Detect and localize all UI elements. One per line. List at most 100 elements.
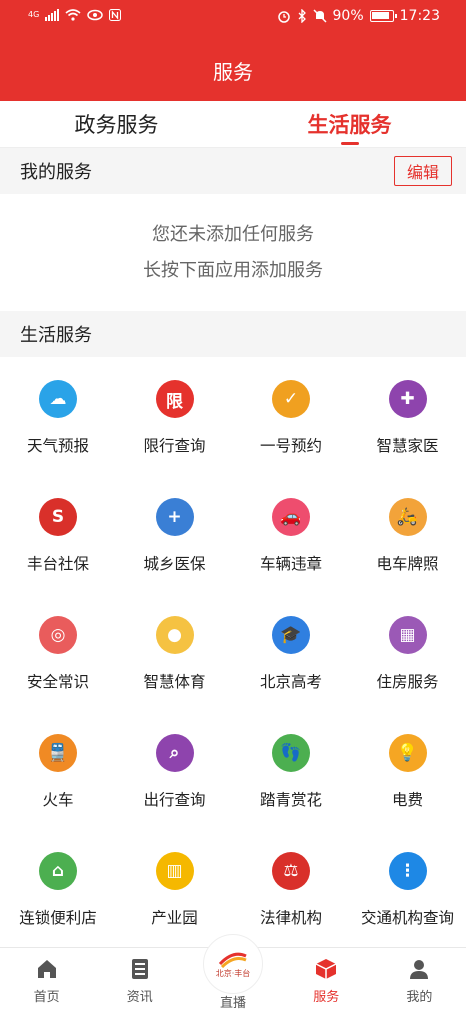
- tab-government-services[interactable]: 政务服务: [0, 101, 233, 147]
- alarm-icon: [277, 11, 290, 23]
- scales-icon: ⚖: [272, 852, 310, 890]
- nav-live-label: 直播: [220, 996, 247, 1011]
- scooter-icon: 🛵: [388, 498, 427, 536]
- service-item-label: 踏青赏花: [259, 791, 322, 809]
- person-icon: [410, 960, 429, 979]
- service-item[interactable]: ✓ 一号预约: [233, 356, 349, 474]
- service-item[interactable]: ● 智慧体育: [117, 592, 233, 710]
- service-item-label: 智慧体育: [143, 673, 206, 691]
- app-header: 4G 90% 17:23 服务: [0, 0, 466, 101]
- service-item[interactable]: 🚆 火车: [0, 710, 116, 828]
- service-item[interactable]: + 城乡医保: [117, 474, 233, 592]
- live-logo-text: 北京·丰台: [215, 968, 251, 978]
- service-item-label: 丰台社保: [26, 555, 89, 573]
- edit-button[interactable]: 编辑: [394, 156, 452, 186]
- cloud-icon: ☁: [39, 380, 77, 418]
- service-item-label: 一号预约: [259, 437, 322, 455]
- service-item-label: 出行查询: [143, 791, 206, 809]
- battery-percent: 90%: [332, 8, 364, 24]
- building-icon: ▦: [388, 616, 427, 654]
- tab-life-services[interactable]: 生活服务: [233, 101, 466, 147]
- empty-hint-line1: 您还未添加任何服务: [152, 224, 314, 245]
- mute-icon: [312, 9, 327, 23]
- nav-services-label: 服务: [313, 990, 340, 1005]
- nav-news-label: 资讯: [126, 990, 153, 1005]
- footprint-icon: 👣: [272, 734, 310, 772]
- news-icon: [131, 959, 148, 979]
- service-item[interactable]: 限限行查询: [117, 356, 233, 474]
- store-icon: ⌂: [39, 852, 77, 890]
- train-icon: 🚆: [39, 734, 77, 772]
- service-item-label: 连锁便利店: [19, 909, 97, 927]
- life-services-title: 生活服务: [20, 325, 92, 346]
- nav-home-label: 首页: [33, 990, 60, 1005]
- service-item-label: 电车牌照: [376, 555, 439, 573]
- service-item[interactable]: 👣 踏青赏花: [233, 710, 349, 828]
- my-services-empty-state: 您还未添加任何服务 长按下面应用添加服务: [0, 195, 466, 311]
- bluetooth-icon: [298, 9, 306, 23]
- service-item-label: 火车: [42, 791, 74, 809]
- service-item[interactable]: 💡 电费: [350, 710, 466, 828]
- service-box-icon: [315, 959, 337, 979]
- service-item-label: 住房服务: [376, 673, 439, 691]
- service-item-label: 北京高考: [259, 673, 322, 691]
- live-logo-icon: 北京·丰台: [203, 934, 263, 994]
- life-services-header: 生活服务: [0, 311, 466, 357]
- service-item-label: 城乡医保: [143, 555, 206, 573]
- service-item-label: 安全常识: [26, 673, 89, 691]
- service-item-label: 产业园: [151, 909, 198, 927]
- service-item[interactable]: ⌕ 出行查询: [117, 710, 233, 828]
- service-item[interactable]: ☁ 天气预报: [0, 356, 116, 474]
- graduation-cap-icon: 🎓: [272, 616, 310, 654]
- service-item[interactable]: 🚗 车辆违章: [233, 474, 349, 592]
- service-item[interactable]: 🛵 电车牌照: [350, 474, 466, 592]
- calendar-limit-icon: 限: [155, 380, 194, 418]
- service-item[interactable]: ⋮ 交通机构查询: [350, 828, 466, 946]
- service-item[interactable]: ▦ 住房服务: [350, 592, 466, 710]
- bottom-navigation: 首页 资讯 北京·丰台 直播 服务 我的: [0, 934, 466, 1011]
- service-item-label: 智慧家医: [376, 437, 439, 455]
- doctor-icon: ✚: [388, 380, 427, 418]
- service-item[interactable]: 🎓 北京高考: [233, 592, 349, 710]
- service-item-label: 电费: [391, 791, 423, 809]
- service-item-label: 法律机构: [259, 909, 322, 927]
- industrial-park-icon: ▥: [155, 852, 194, 890]
- nav-live[interactable]: 北京·丰台 直播: [186, 934, 279, 1011]
- empty-hint-line2: 长按下面应用添加服务: [143, 260, 323, 281]
- medical-kit-icon: +: [155, 498, 194, 536]
- nav-mine-label: 我的: [406, 990, 433, 1005]
- service-item[interactable]: ⚖ 法律机构: [233, 828, 349, 946]
- search-icon: ⌕: [155, 734, 194, 772]
- service-item[interactable]: ⌂ 连锁便利店: [0, 828, 116, 946]
- social-security-icon: S: [39, 498, 77, 536]
- wifi-icon: [65, 9, 81, 21]
- page-title: 服务: [213, 60, 253, 84]
- service-item-label: 交通机构查询: [360, 909, 454, 927]
- battery-icon: [369, 10, 397, 22]
- nav-services[interactable]: 服务: [280, 948, 373, 1011]
- nav-mine[interactable]: 我的: [373, 948, 466, 1011]
- nfc-icon: [109, 9, 122, 21]
- traffic-light-icon: ⋮: [388, 852, 427, 890]
- service-item-label: 限行查询: [143, 437, 206, 455]
- tab-bar: 政务服务 生活服务: [0, 101, 466, 148]
- calendar-check-icon: ✓: [272, 380, 310, 418]
- network-type: 4G: [28, 10, 40, 19]
- nav-news[interactable]: 资讯: [93, 948, 186, 1011]
- nav-home[interactable]: 首页: [0, 948, 93, 1011]
- service-item[interactable]: ▥ 产业园: [117, 828, 233, 946]
- service-item[interactable]: ◎ 安全常识: [0, 592, 116, 710]
- eye-icon: [87, 9, 104, 21]
- basketball-icon: ●: [155, 616, 194, 654]
- service-item[interactable]: ✚ 智慧家医: [350, 356, 466, 474]
- my-services-header: 我的服务 编辑: [0, 148, 466, 194]
- lightbulb-icon: 💡: [388, 734, 427, 772]
- steering-wheel-icon: ◎: [39, 616, 77, 654]
- my-services-title: 我的服务: [20, 162, 92, 183]
- service-item[interactable]: S 丰台社保: [0, 474, 116, 592]
- status-bar: 4G 90% 17:23: [0, 0, 466, 36]
- service-item-label: 车辆违章: [259, 555, 322, 573]
- signal-icon: [45, 9, 60, 21]
- clock: 17:23: [399, 8, 440, 24]
- car-icon: 🚗: [272, 498, 310, 536]
